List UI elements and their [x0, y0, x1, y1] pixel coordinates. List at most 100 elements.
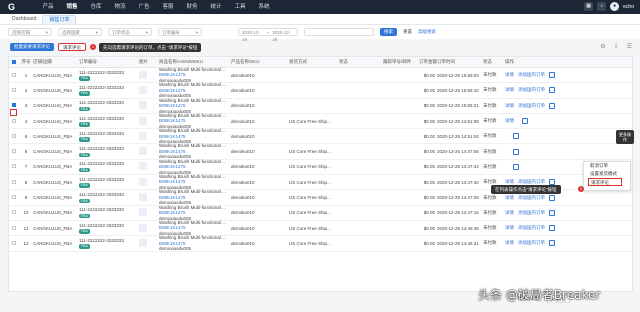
order-number[interactable]: 111-2222222-3333333 — [79, 70, 139, 76]
table-row: 10 CANGKU1US_FBA 111-2222222-3333333 FBA Was… — [9, 205, 632, 221]
search-input[interactable] — [304, 28, 374, 36]
row-checkbox[interactable] — [9, 179, 19, 185]
add-domestic-order-link[interactable]: 添加国内订单 — [518, 87, 545, 93]
header-order: 订单编号 — [79, 59, 97, 65]
order-state: 未付款 — [483, 240, 497, 246]
order-number[interactable]: 111-2222222-3333333 — [79, 161, 139, 167]
row-checkbox[interactable] — [9, 240, 19, 246]
grid-icon[interactable]: ▦ — [584, 2, 594, 11]
more-actions-icon[interactable] — [549, 72, 555, 79]
batch-request-review-button[interactable]: 批量索要请求评论 — [10, 43, 54, 51]
settings-icon[interactable]: ⚙ — [600, 43, 605, 50]
row-checkbox[interactable] — [9, 195, 19, 200]
row-checkbox[interactable] — [9, 103, 19, 108]
add-domestic-order-link[interactable]: 添加国内订单 — [518, 225, 545, 231]
menu-item-request-review[interactable]: 请求评论 — [588, 178, 622, 186]
order-state: 未付款 — [483, 163, 497, 169]
detail-link[interactable]: 详情 — [505, 87, 514, 93]
nav-item-warehouse[interactable]: 仓库 — [84, 0, 108, 14]
nav-item-service[interactable]: 客服 — [156, 0, 180, 14]
detail-link[interactable]: 详情 — [505, 195, 514, 201]
add-domestic-order-link[interactable]: 添加国内订单 — [518, 72, 545, 78]
detail-link[interactable]: 详情 — [505, 118, 514, 124]
add-domestic-order-link[interactable]: 添加国内订单 — [518, 195, 545, 201]
order-number[interactable]: 111-2222222-3333333 — [79, 100, 139, 106]
nav-item-ads[interactable]: 广告 — [132, 0, 156, 14]
nav-item-sales[interactable]: 销售 — [60, 0, 84, 14]
store-name: CANGKU1US_FBA — [33, 87, 73, 93]
order-number[interactable]: 111-2222222-3333333 — [79, 177, 139, 183]
add-domestic-order-link[interactable]: 添加国内订单 — [518, 210, 545, 216]
advanced-search-link[interactable]: 高级搜索 — [418, 29, 436, 35]
more-actions-icon[interactable] — [549, 240, 555, 247]
row-checkbox[interactable] — [9, 210, 19, 215]
order-number[interactable]: 111-2222222-3333333 — [79, 85, 139, 91]
reset-button[interactable]: 重置 — [403, 29, 412, 35]
country-select[interactable]: 选择国家 ▾ — [58, 28, 102, 36]
order-number[interactable]: 111-2222222-3333333 — [79, 238, 139, 244]
order-number[interactable]: 111-2222222-3333333 — [79, 116, 139, 122]
row-checkbox[interactable] — [9, 149, 19, 154]
nav-item-system[interactable]: 系统 — [252, 0, 276, 14]
more-actions-icon[interactable] — [549, 102, 555, 109]
order-number[interactable]: 111-2222222-3333333 — [79, 131, 139, 137]
row-checkbox[interactable] — [9, 72, 19, 78]
order-number-select[interactable]: 订单编号 ▾ — [158, 28, 202, 36]
order-number[interactable]: 111-2222222-3333333 — [79, 223, 139, 229]
row-checkbox[interactable] — [9, 164, 19, 169]
product-title: Washing Brush Multi-functional ... — [159, 235, 226, 241]
bell-icon[interactable]: ♪ — [597, 2, 607, 11]
nav-item-tools[interactable]: 工具 — [228, 0, 252, 14]
order-number[interactable]: 111-2222222-3333333 — [79, 192, 139, 198]
search-button[interactable]: 搜索 — [380, 28, 397, 36]
order-cell: 111-2222222-3333333 FBA — [79, 100, 139, 112]
header-ship: 发货方式 — [289, 59, 307, 64]
product-image — [139, 193, 159, 202]
tab-sales-orders[interactable]: 销售订单 — [42, 15, 77, 24]
more-actions-icon[interactable] — [549, 225, 555, 232]
order-amount: $0.00 — [423, 210, 435, 216]
row-checkbox[interactable] — [9, 118, 19, 124]
menu-item-set-ship-mode[interactable]: 设置发货模式 — [584, 170, 630, 178]
detail-link[interactable]: 详情 — [505, 225, 514, 231]
add-domestic-order-link[interactable]: 添加国内订单 — [518, 103, 545, 109]
nav-item-stats[interactable]: 统计 — [204, 0, 228, 14]
detail-link[interactable]: 详情 — [505, 72, 514, 78]
row-checkbox[interactable] — [9, 87, 19, 93]
order-status-select[interactable]: 订单状态 ▾ — [108, 28, 152, 36]
more-actions-tooltip: 更多操作 — [616, 130, 634, 144]
nav-item-finance[interactable]: 财务 — [180, 0, 204, 14]
more-actions-icon[interactable] — [549, 194, 555, 201]
order-cell: 111-2222222-3333333 FBA — [79, 131, 139, 142]
table-header: 序号 店铺/国家 订单编号 图片 商品名称/ASIN/MSKU 产品名称/SKU… — [9, 57, 632, 68]
select-all-checkbox[interactable] — [9, 59, 19, 65]
columns-icon[interactable]: ☰ — [627, 43, 632, 50]
menu-item-cancel-order[interactable]: 取消订单 — [584, 162, 630, 170]
more-actions-icon[interactable] — [549, 87, 555, 94]
tab-dashboard[interactable]: Dashboard — [6, 15, 42, 24]
date-start: 2020-12-19 — [242, 30, 261, 42]
more-actions-icon[interactable] — [513, 133, 519, 140]
request-review-button[interactable]: 请求评论 — [58, 43, 86, 51]
add-domestic-order-link[interactable]: 添加国内订单 — [518, 240, 545, 246]
nav-item-logistics[interactable]: 物流 — [108, 0, 132, 14]
detail-link[interactable]: 详情 — [505, 103, 514, 109]
download-icon[interactable]: ⇩ — [614, 43, 619, 50]
more-actions-icon[interactable] — [513, 163, 519, 170]
date-range-picker[interactable]: 2020-12-19 ~ 2020-12-28 — [238, 28, 298, 42]
more-actions-icon[interactable] — [549, 209, 555, 216]
row-checkbox[interactable] — [9, 133, 19, 139]
order-number[interactable]: 111-2222222-3333333 — [79, 146, 139, 152]
order-number[interactable]: 111-2222222-3333333 — [79, 207, 139, 213]
store-select[interactable]: 选择店铺 ▾ — [8, 28, 52, 36]
username[interactable]: echo — [623, 4, 634, 10]
order-amount: $0.00 — [423, 149, 435, 155]
checkbox-icon — [12, 179, 16, 184]
detail-link[interactable]: 详情 — [505, 240, 514, 246]
row-checkbox[interactable] — [9, 225, 19, 231]
nav-item-products[interactable]: 产品 — [36, 0, 60, 14]
more-actions-icon[interactable] — [513, 148, 519, 155]
detail-link[interactable]: 详情 — [505, 210, 514, 216]
avatar[interactable]: ● — [610, 2, 620, 11]
more-actions-icon[interactable] — [522, 118, 528, 125]
